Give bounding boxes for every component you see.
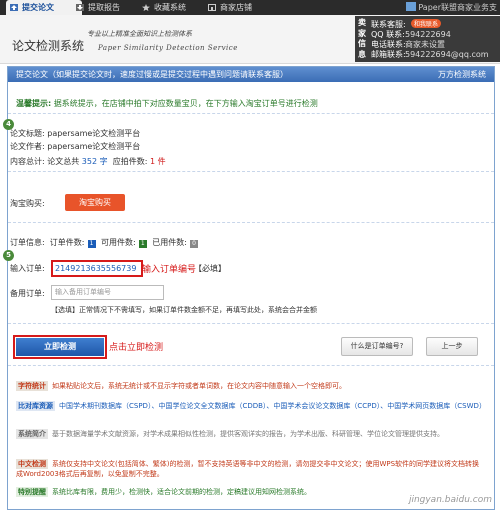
info-system-intro: 系统简介 基于数据海量学术文献资源，对学术成果相似性检测，提供客观详实的报告，为学… xyxy=(16,429,444,439)
submit-panel: 提交论文（如果提交论文时，速度过慢或是提交过程中遇到问题请联系客服） 万方检测系… xyxy=(3,66,495,510)
memo-order-label: 备用订单: xyxy=(10,289,45,298)
panel-header: 提交论文（如果提交论文时，速度过慢或是提交过程中遇到问题请联系客服） 万方检测系… xyxy=(8,67,494,82)
download-icon xyxy=(76,4,84,11)
tab-label: 商家店铺 xyxy=(220,3,252,12)
tab-extract-report[interactable]: 提取报告 xyxy=(72,0,148,15)
detect-now-button-frame: 立即检测 xyxy=(13,335,107,359)
what-is-order-number-button[interactable]: 什么是订单编号? xyxy=(341,337,413,356)
detect-now-hint: 点击立即检测 xyxy=(109,343,164,353)
top-navigation-bar: 提交论文 提取报告 收藏系统 商家店铺 Paper联盟商家业务支 xyxy=(0,0,500,15)
slogan-cn: 专业以上精准全面知识上检测体系 xyxy=(87,30,192,38)
contact-row-email: 邮箱联系:594222694@qq.com xyxy=(371,50,489,59)
tab-label: 提取报告 xyxy=(88,3,120,12)
tab-label: 提交论文 xyxy=(22,3,54,12)
content-total-row: 内容总计: 论文总共 352 字 应拍件数: 1 件 xyxy=(10,157,166,166)
pieces-count: 1 xyxy=(149,157,156,166)
star-icon xyxy=(142,4,150,11)
usable-count-badge: 1 xyxy=(138,240,147,248)
shop-icon xyxy=(208,4,216,11)
divider xyxy=(8,323,494,324)
paper-title-value: papersame论文检测平台 xyxy=(47,129,141,138)
upload-icon xyxy=(10,4,18,11)
backup-order-input[interactable]: 输入备用订单编号 xyxy=(51,285,164,300)
info-char-stats: 字符统计 如果粘贴论文后，系统无统计或不显示字符或者单词数，在论文内容中随意输入一… xyxy=(16,381,346,391)
divider xyxy=(8,113,494,114)
paper-author-row: 论文作者: papersame论文检测平台 xyxy=(10,142,141,151)
site-header: 论文检测系统 专业以上精准全面知识上检测体系 Paper Similarity … xyxy=(0,15,500,64)
step-badge-5: 5 xyxy=(3,250,14,261)
watermark: jingyan.baidu.com xyxy=(408,495,492,505)
panel-title: 提交论文（如果提交论文时，速度过慢或是提交过程中遇到问题请联系客服） xyxy=(16,70,288,79)
order-input-label: 输入订单: xyxy=(10,264,45,273)
warm-tip-text: 据系统提示，在店铺中拍下对应数量宝贝，在下方输入淘宝订单号进行检测 xyxy=(53,99,318,108)
warm-tip-tag: 温馨提示: xyxy=(16,99,52,108)
taobao-buy-label: 淘宝购买: xyxy=(10,199,45,208)
used-count-badge: 0 xyxy=(190,240,198,248)
taobao-buy-button[interactable]: 淘宝购买 xyxy=(65,194,125,211)
paper-title-row: 论文标题: papersame论文检测平台 xyxy=(10,129,141,138)
info-comparison-library: 比对库资源 中国学术期刊数据库（CSPD）、中国学位论文全文数据库（CDDB）、中… xyxy=(16,401,486,411)
paper-author-value: papersame论文检测平台 xyxy=(47,142,141,151)
char-count: 352 xyxy=(81,157,98,166)
divider xyxy=(8,365,494,366)
info-special-reminder: 特别提醒 系统比库有限，费用少，检测快，适合论文前期的检测，定稿建议用知网检测系统… xyxy=(16,487,311,497)
order-input-hint: 输入订单编号 xyxy=(142,265,197,275)
seller-contact-box: 卖家信息 联系客服: 和我联系 QQ 联系:594222694 电话联系:商家未设… xyxy=(355,16,500,62)
seller-info-label: 卖家信息 xyxy=(358,18,366,59)
detect-now-button[interactable]: 立即检测 xyxy=(16,338,104,356)
slogan-en: Paper Similarity Detection Service xyxy=(98,44,238,52)
warm-tip: 温馨提示: 据系统提示，在店铺中拍下对应数量宝贝，在下方输入淘宝订单号进行检测 xyxy=(16,98,318,109)
tab-submit-paper[interactable]: 提交论文 xyxy=(6,0,82,15)
divider xyxy=(8,171,494,172)
chat-with-me-badge[interactable]: 和我联系 xyxy=(411,19,442,28)
required-note: 【必填】 xyxy=(194,264,226,273)
tab-label: 收藏系统 xyxy=(154,3,186,12)
tab-merchant-shop[interactable]: 商家店铺 xyxy=(204,0,280,15)
divider xyxy=(8,222,494,223)
brand-label: Paper联盟商家业务支 xyxy=(406,0,497,15)
order-info-row: 订单信息: 订单件数: 1 可用件数: 1 已用件数: 0 xyxy=(10,237,201,248)
backup-order-note: 【选填】正常情况下不需填写，如果订单件数金额不足，再填写此处，系统会合并金额 xyxy=(51,306,317,314)
brand-logo-icon xyxy=(406,2,417,11)
site-name: 论文检测系统 xyxy=(12,39,85,53)
order-number-input[interactable]: 2149213635556739 xyxy=(51,260,143,277)
info-chinese-only: 中文检测 系统仅支持中文论文(包括简体、繁体)的检测，暂不支持英语等非中文的检测，… xyxy=(16,459,480,478)
order-count-badge: 1 xyxy=(87,240,96,248)
previous-step-button[interactable]: 上一步 xyxy=(426,337,478,356)
tab-favorite-system[interactable]: 收藏系统 xyxy=(138,0,214,15)
panel-right-label: 万方检测系统 xyxy=(438,70,486,79)
